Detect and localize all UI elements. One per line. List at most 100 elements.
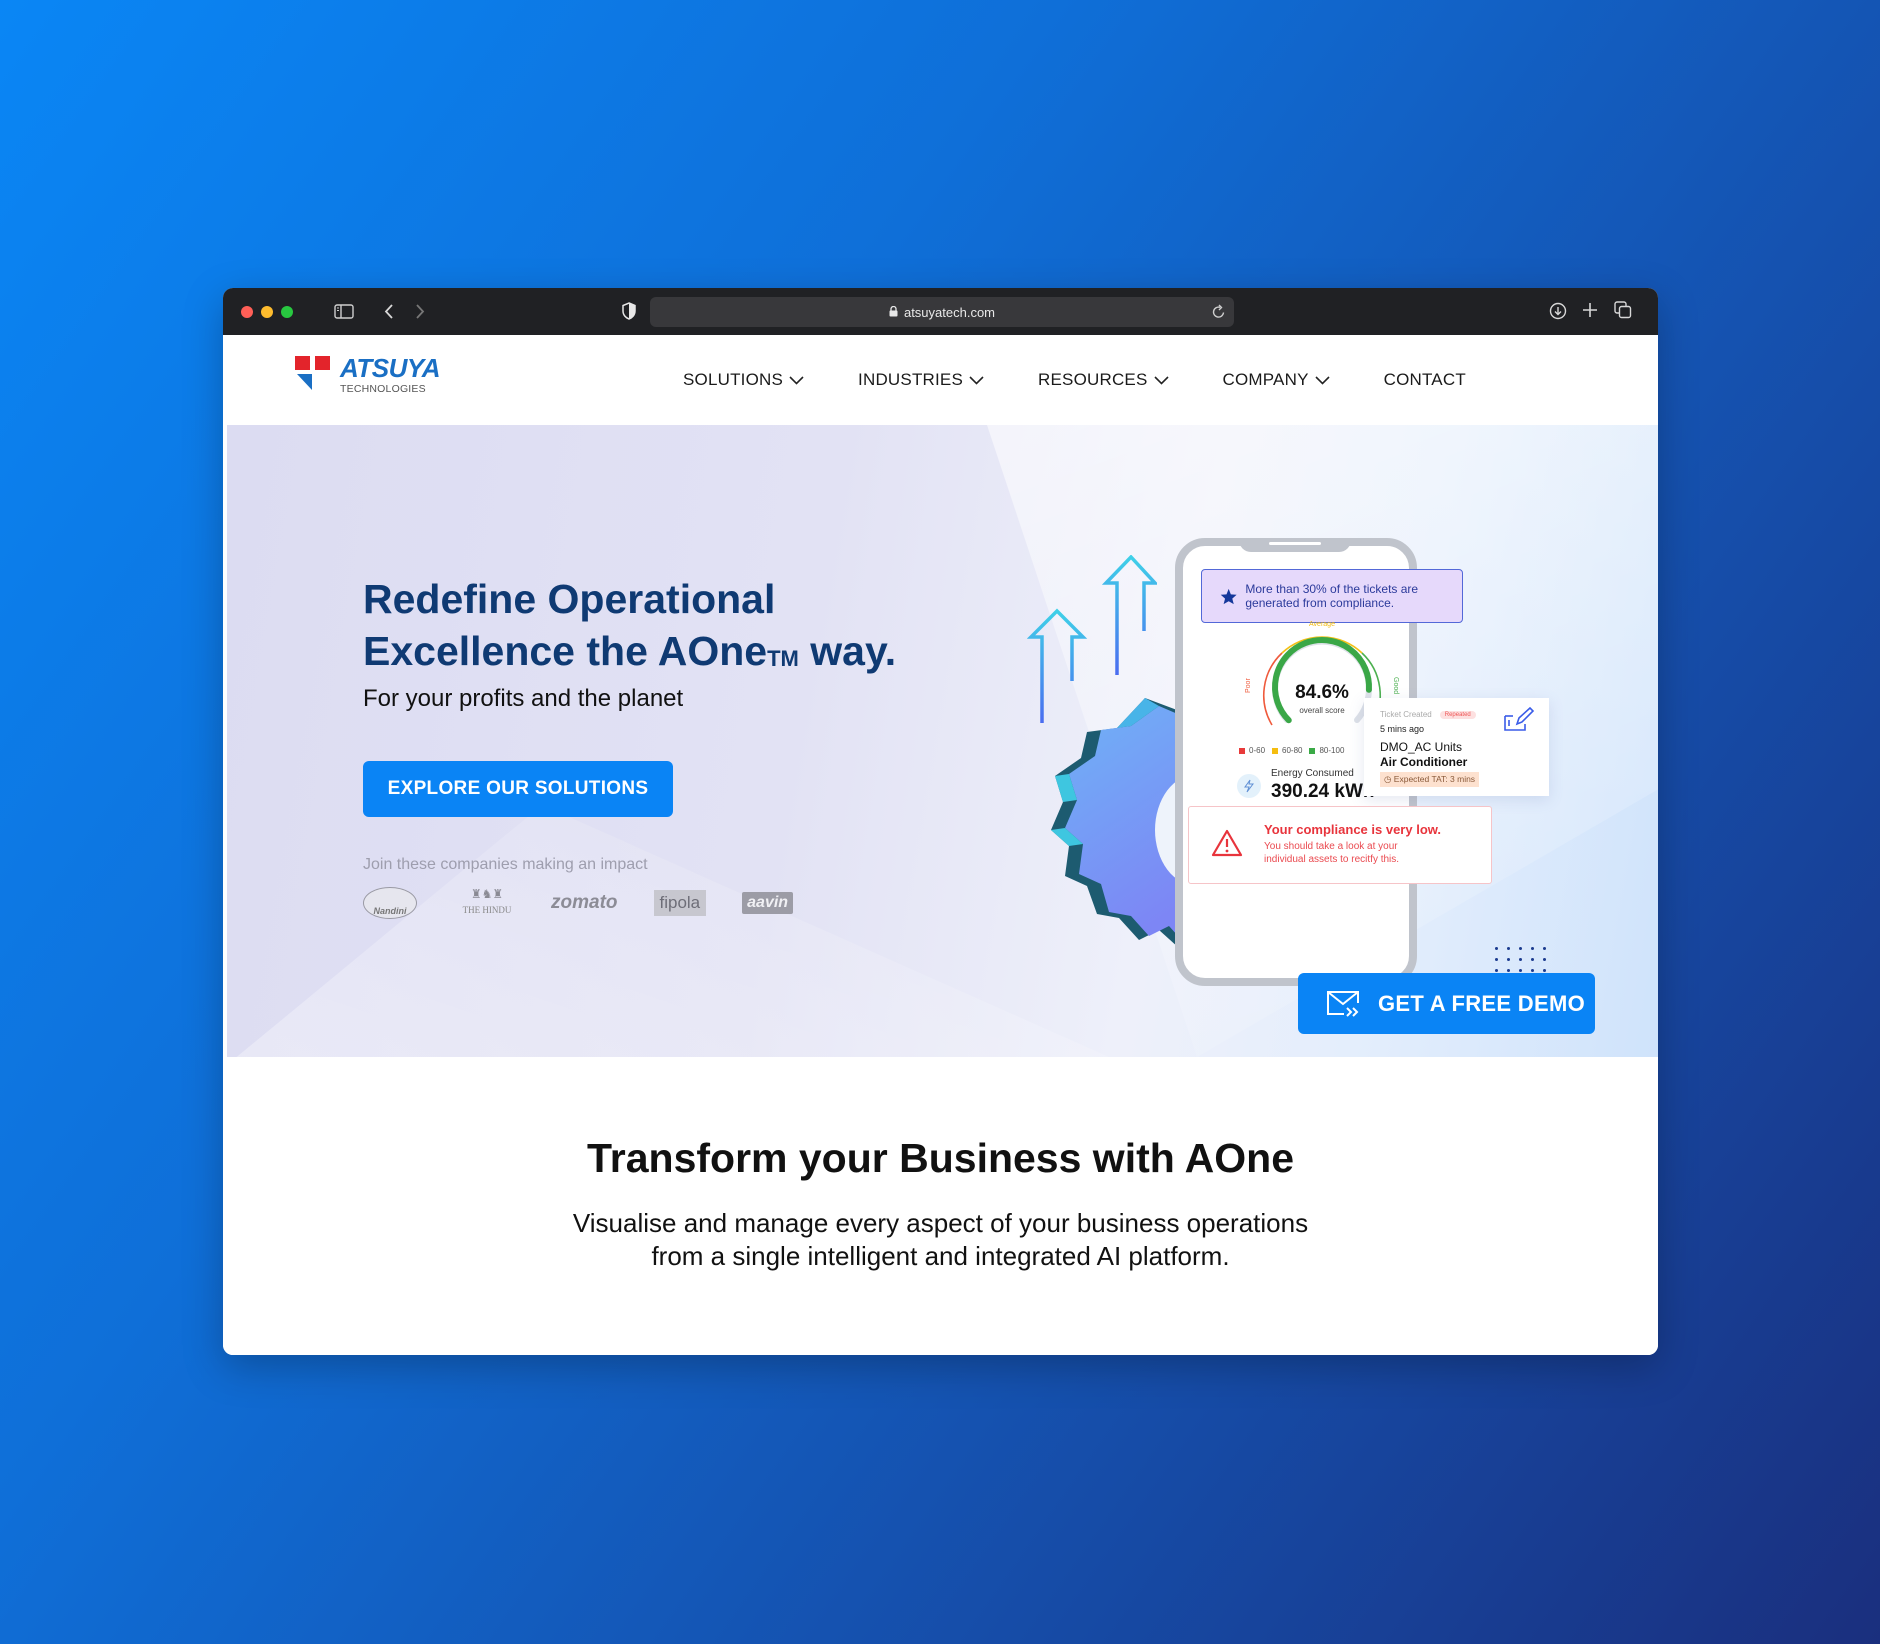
legend-swatch xyxy=(1239,747,1245,754)
client-logo-zomato: zomato xyxy=(551,892,618,914)
legend-item: 0-60 xyxy=(1239,746,1265,755)
hero-section: Redefine Operational Excellence the AOne… xyxy=(227,425,1658,1057)
client-logo-aavin: aavin xyxy=(742,892,794,914)
legend-swatch xyxy=(1309,747,1316,754)
nav-solutions[interactable]: SOLUTIONS xyxy=(683,370,804,390)
chevron-down-icon xyxy=(789,375,804,385)
nav-label: CONTACT xyxy=(1383,370,1466,389)
nav-label: SOLUTIONS xyxy=(683,370,784,389)
trademark: TM xyxy=(767,646,799,671)
download-icon[interactable] xyxy=(1549,302,1567,325)
phone-notch xyxy=(1239,538,1351,552)
shield-icon[interactable] xyxy=(622,302,636,325)
alert-text-1: You should take a look at your xyxy=(1264,841,1398,852)
hero-bg-shape xyxy=(227,805,1127,1057)
nav-label: INDUSTRIES xyxy=(858,370,964,389)
overall-score-caption: overall score xyxy=(1299,706,1345,715)
client-logo-fipola: fipola xyxy=(653,890,707,916)
browser-window: atsuyatech.com ATSUYA TECHNOLOGIES SOLUT… xyxy=(223,288,1658,1355)
compliance-alert-card: Your compliance is very low. You should … xyxy=(1188,806,1492,884)
legend-item: 60-80 xyxy=(1272,746,1302,755)
site-header: ATSUYA TECHNOLOGIES SOLUTIONS INDUSTRIES… xyxy=(223,335,1658,425)
overall-score-value: 84.6% xyxy=(1295,682,1349,703)
energy-label: Energy Consumed xyxy=(1271,768,1354,779)
ticket-tat-text: Expected TAT: 3 mins xyxy=(1393,774,1476,784)
star-icon xyxy=(1220,588,1237,604)
ticket-time: 5 mins ago xyxy=(1380,724,1425,734)
nav-contact[interactable]: CONTACT xyxy=(1384,370,1466,390)
compliance-tip-text: More than 30% of the tickets are generat… xyxy=(1245,582,1419,610)
nav-company[interactable]: COMPANY xyxy=(1223,370,1330,390)
hero-title-line2: Excellence the AOne xyxy=(363,628,768,674)
close-window-button[interactable] xyxy=(241,306,253,318)
address-bar[interactable]: atsuyatech.com xyxy=(650,297,1234,327)
chevron-down-icon xyxy=(969,375,984,385)
clock-icon: ◷ xyxy=(1384,774,1392,784)
gauge-label-good: Good xyxy=(1392,677,1399,694)
zoom-window-button[interactable] xyxy=(281,306,293,318)
url-text: atsuyatech.com xyxy=(903,304,996,320)
gauge-label-poor: Poor xyxy=(1245,678,1252,693)
ticket-card[interactable]: Ticket Created Repeated 5 mins ago DMO_A… xyxy=(1364,698,1549,796)
reload-icon[interactable] xyxy=(1211,304,1226,323)
tabs-overview-icon[interactable] xyxy=(1614,301,1632,324)
energy-metric: Energy Consumed 390.24 kWh xyxy=(1237,768,1375,803)
atsuya-logo[interactable]: ATSUYA TECHNOLOGIES xyxy=(295,353,441,406)
energy-value: 390.24 kWh xyxy=(1271,781,1375,802)
gauge-legend: 0-60 60-80 80-100 xyxy=(1239,746,1351,755)
back-icon[interactable] xyxy=(384,303,394,325)
transform-section: Transform your Business with AOne Visual… xyxy=(223,1057,1658,1355)
edit-ticket-icon[interactable] xyxy=(1503,706,1535,732)
new-tab-icon[interactable] xyxy=(1582,302,1598,323)
ticket-asset: DMO_AC Units xyxy=(1380,740,1463,754)
repeated-badge: Repeated xyxy=(1439,710,1476,719)
nav-resources[interactable]: RESOURCES xyxy=(1038,370,1169,390)
legend-item: 80-100 xyxy=(1309,746,1344,755)
warning-icon xyxy=(1211,829,1243,857)
legend-label: 0-60 xyxy=(1249,746,1266,755)
logo-tagline: TECHNOLOGIES xyxy=(340,383,426,395)
hero-title-line1: Redefine Operational xyxy=(363,576,776,622)
nav-label: RESOURCES xyxy=(1038,370,1148,389)
section-description: Visualise and manage every aspect of you… xyxy=(223,1207,1658,1273)
get-free-demo-label: GET A FREE DEMO xyxy=(1378,990,1585,1016)
client-name: THE HINDU xyxy=(462,905,512,915)
chevron-down-icon xyxy=(1153,375,1169,385)
client-logos: Nandini ♜♞♜ THE HINDU zomato fipola aavi… xyxy=(363,887,823,919)
main-nav: SOLUTIONS INDUSTRIES RESOURCES COMPANY C… xyxy=(683,335,1520,425)
legend-label: 80-100 xyxy=(1319,746,1345,755)
forward-icon[interactable] xyxy=(415,303,425,325)
get-free-demo-button[interactable]: GET A FREE DEMO xyxy=(1298,973,1595,1034)
client-logo-nandini: Nandini xyxy=(363,887,417,919)
browser-toolbar: atsuyatech.com xyxy=(223,288,1658,335)
section-title: Transform your Business with AOne xyxy=(586,1135,1294,1181)
section-description-line2: from a single intelligent and integrated… xyxy=(651,1241,1230,1271)
lightning-icon xyxy=(1237,773,1261,798)
hero-subtitle: For your profits and the planet xyxy=(363,685,684,712)
client-name: Nandini xyxy=(373,906,407,916)
alert-text-2: individual assets to recitfy this. xyxy=(1264,854,1400,865)
legend-label: 60-80 xyxy=(1282,746,1303,755)
legend-swatch xyxy=(1272,747,1279,754)
logo-mark-icon xyxy=(295,356,330,390)
ticket-tat: ◷ Expected TAT: 3 mins xyxy=(1380,772,1480,787)
client-logo-the-hindu: ♜♞♜ THE HINDU xyxy=(462,887,512,915)
mail-send-icon xyxy=(1327,990,1359,1017)
hero-title: Redefine Operational Excellence the AOne… xyxy=(363,573,983,677)
nav-label: COMPANY xyxy=(1222,370,1309,389)
minimize-window-button[interactable] xyxy=(261,306,273,318)
client-name: fipola xyxy=(659,893,701,912)
sidebar-icon[interactable] xyxy=(334,304,354,324)
client-name: aavin xyxy=(747,894,789,911)
ticket-status: Ticket Created xyxy=(1380,710,1432,719)
section-description-line1: Visualise and manage every aspect of you… xyxy=(572,1208,1309,1238)
gauge-label-average: Average xyxy=(1309,621,1335,628)
ticket-type: Air Conditioner xyxy=(1380,755,1468,769)
explore-solutions-button[interactable]: EXPLORE OUR SOLUTIONS xyxy=(363,761,673,817)
client-name: zomato xyxy=(551,892,618,913)
clients-label: Join these companies making an impact xyxy=(363,856,648,873)
alert-title: Your compliance is very low. xyxy=(1264,822,1442,837)
nav-industries[interactable]: INDUSTRIES xyxy=(858,370,984,390)
lock-icon xyxy=(889,305,898,320)
logo-wordmark: ATSUYA xyxy=(340,353,441,383)
